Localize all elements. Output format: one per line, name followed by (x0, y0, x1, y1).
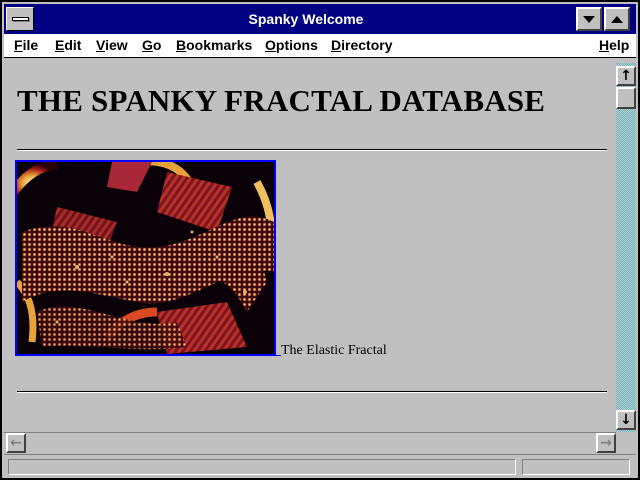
system-menu-icon (12, 17, 29, 21)
horizontal-rule (17, 391, 607, 393)
scroll-right-button[interactable]: → (596, 433, 616, 453)
menu-view-mnemonic: V (96, 37, 106, 53)
menu-options-mnemonic: O (265, 37, 276, 53)
window-title: Spanky Welcome (248, 11, 364, 27)
arrow-right-icon: → (600, 435, 612, 451)
horizontal-rule (17, 149, 607, 151)
menu-bookmarks-label: ookmarks (186, 37, 253, 53)
scroll-thumb[interactable] (616, 87, 636, 109)
scroll-track[interactable] (616, 63, 636, 432)
menu-directory-mnemonic: D (331, 37, 342, 53)
menu-options-label: ptions (275, 37, 318, 53)
minimize-icon (583, 15, 595, 23)
fractal-caption: The Elastic Fractal (281, 343, 387, 358)
progress-indicator (522, 459, 630, 475)
minimize-button[interactable] (576, 7, 602, 31)
menu-bookmarks-mnemonic: B (176, 37, 187, 53)
status-bar (4, 454, 636, 478)
menu-go-label: o (152, 37, 162, 53)
horizontal-scrollbar[interactable]: ← → (4, 432, 616, 453)
scroll-down-button[interactable]: ↓ (616, 410, 636, 430)
menu-edit-mnemonic: E (55, 37, 65, 53)
fractal-image (17, 162, 274, 354)
menu-edit[interactable]: Edit (55, 34, 81, 57)
menu-bookmarks[interactable]: Bookmarks (176, 34, 252, 57)
maximize-button[interactable] (604, 7, 630, 31)
arrow-left-icon: ← (10, 435, 22, 451)
menu-view[interactable]: View (96, 34, 128, 57)
menu-go-mnemonic: G (142, 37, 153, 53)
menu-help-mnemonic: H (599, 37, 610, 53)
menu-file-label: ile (22, 37, 39, 53)
menu-directory[interactable]: Directory (331, 34, 392, 57)
vertical-scrollbar[interactable]: ↑ ↓ (616, 63, 636, 432)
fractal-image-link[interactable] (15, 160, 276, 356)
browser-window: Spanky Welcome File Edit View Go Bookmar… (0, 0, 640, 480)
menu-file-mnemonic: F (14, 37, 23, 53)
arrow-up-icon: ↑ (620, 68, 632, 84)
menu-help[interactable]: Help (599, 34, 629, 57)
status-text (8, 459, 516, 475)
title-bar[interactable]: Spanky Welcome (4, 4, 636, 34)
system-menu-button[interactable] (6, 7, 34, 31)
menu-help-label: elp (609, 37, 630, 53)
scrollbar-corner (616, 432, 636, 452)
menu-directory-label: irectory (341, 37, 393, 53)
scroll-up-button[interactable]: ↑ (616, 66, 636, 86)
page-heading: THE SPANKY FRACTAL DATABASE (17, 83, 546, 118)
scroll-left-button[interactable]: ← (6, 433, 26, 453)
menu-file[interactable]: File (14, 34, 38, 57)
menu-edit-label: dit (64, 37, 82, 53)
maximize-icon (611, 15, 623, 23)
document-view[interactable]: THE SPANKY FRACTAL DATABASE The Elastic … (4, 63, 616, 432)
menu-view-label: iew (105, 37, 128, 53)
menu-go[interactable]: Go (142, 34, 161, 57)
menu-bar: File Edit View Go Bookmarks Options Dire… (4, 34, 636, 58)
arrow-down-icon: ↓ (620, 412, 632, 428)
menu-options[interactable]: Options (265, 34, 318, 57)
